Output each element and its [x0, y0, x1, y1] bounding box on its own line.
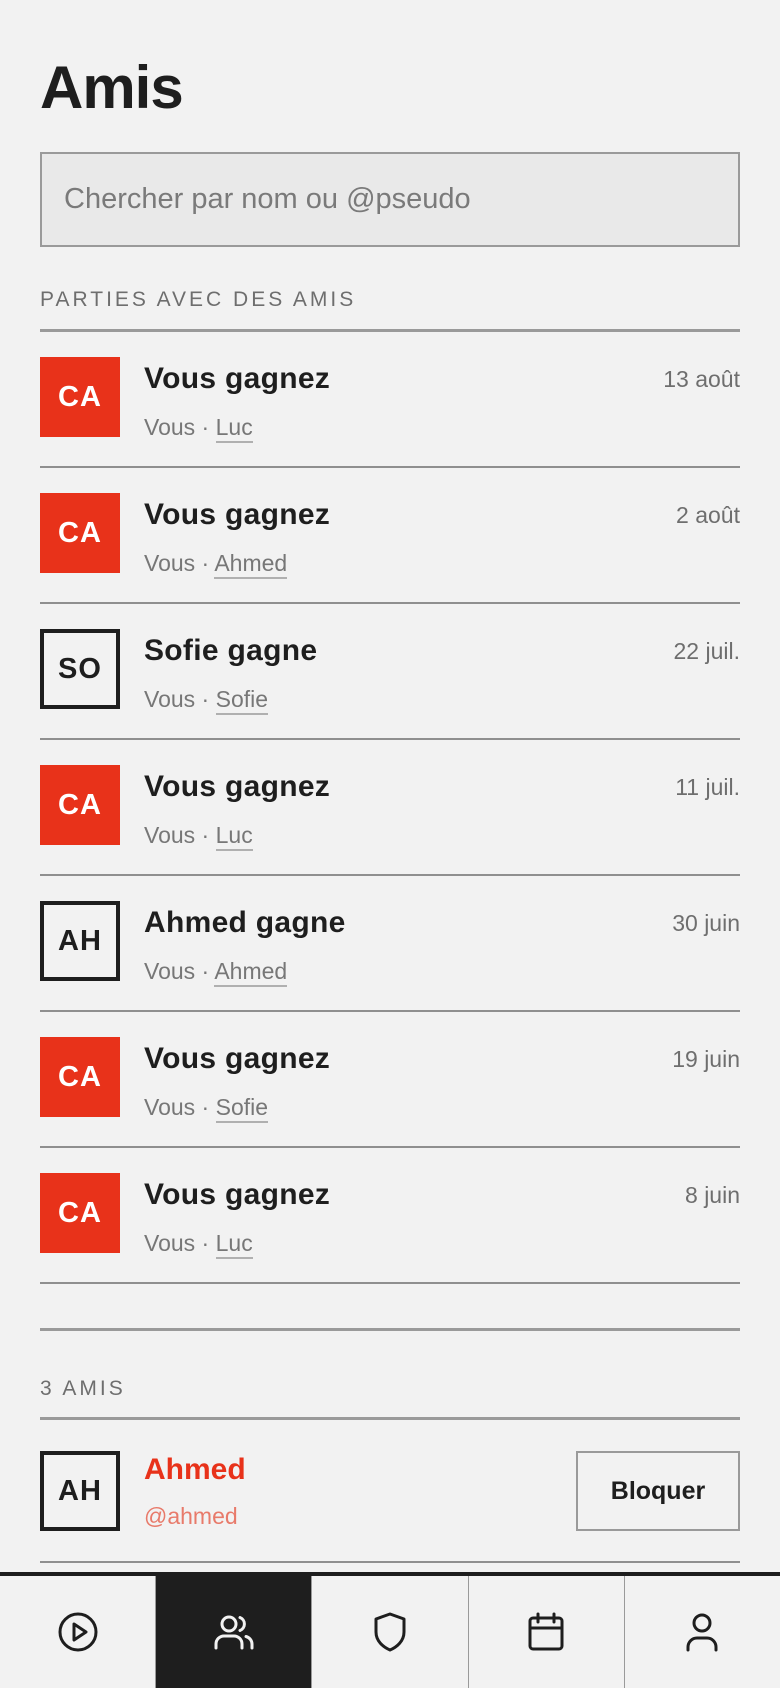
friends-page: Amis Chercher par nom ou @pseudo PARTIES… [0, 0, 780, 1573]
search-placeholder: Chercher par nom ou @pseudo [64, 183, 471, 215]
game-result: Vous gagnez [144, 362, 331, 395]
avatar: CA [40, 1037, 120, 1117]
friend-name[interactable]: Ahmed [144, 1453, 246, 1487]
tab-profile[interactable] [625, 1576, 780, 1688]
separator: · [201, 822, 210, 848]
game-players: Vous · Luc [144, 822, 253, 851]
friend-row[interactable]: AH Ahmed @ahmed Bloquer [40, 1419, 740, 1563]
page-title: Amis [40, 54, 184, 121]
search-input[interactable]: Chercher par nom ou @pseudo [40, 152, 740, 247]
avatar: AH [40, 1451, 120, 1531]
game-players: Vous · Ahmed [144, 958, 288, 987]
game-players: Vous · Ahmed [144, 550, 288, 579]
block-button[interactable]: Bloquer [576, 1451, 740, 1531]
game-row[interactable]: CA Vous gagnez Vous · Sofie 19 juin [40, 1012, 740, 1148]
game-row[interactable]: AH Ahmed gagne Vous · Ahmed 30 juin [40, 876, 740, 1012]
game-result: Ahmed gagne [144, 906, 346, 939]
game-row[interactable]: SO Sofie gagne Vous · Sofie 22 juil. [40, 604, 740, 740]
player-self: Vous [144, 958, 196, 984]
separator: · [201, 958, 210, 984]
game-row[interactable]: CA Vous gagnez Vous · Ahmed 2 août [40, 468, 740, 604]
friend-handle: @ahmed [144, 1503, 238, 1529]
game-date: 13 août [663, 366, 740, 392]
game-result: Sofie gagne [144, 634, 318, 667]
games-section-label: PARTIES AVEC DES AMIS [40, 288, 357, 311]
bottom-tab-bar [0, 1572, 780, 1688]
user-icon [686, 1613, 718, 1652]
avatar: CA [40, 765, 120, 845]
opponent-link[interactable]: Sofie [215, 1094, 269, 1123]
game-result: Vous gagnez [144, 770, 331, 803]
avatar: CA [40, 1173, 120, 1253]
friends-section-label: 3 AMIS [40, 1377, 126, 1400]
separator: · [201, 686, 210, 712]
game-row[interactable]: CA Vous gagnez Vous · Luc 13 août [40, 332, 740, 468]
separator: · [201, 414, 210, 440]
tab-security[interactable] [312, 1576, 469, 1688]
game-row[interactable]: CA Vous gagnez Vous · Luc 8 juin [40, 1148, 740, 1284]
shield-icon [374, 1612, 406, 1652]
opponent-link[interactable]: Ahmed [214, 550, 288, 579]
game-date: 30 juin [672, 910, 740, 936]
game-date: 11 juil. [675, 774, 740, 800]
player-self: Vous [144, 1230, 196, 1256]
game-date: 2 août [676, 502, 740, 528]
opponent-link[interactable]: Sofie [215, 686, 269, 715]
opponent-link[interactable]: Luc [215, 414, 253, 443]
player-self: Vous [144, 686, 196, 712]
game-date: 19 juin [672, 1046, 740, 1072]
section-divider [40, 1328, 740, 1331]
avatar: SO [40, 629, 120, 709]
game-players: Vous · Luc [144, 1230, 253, 1259]
avatar: AH [40, 901, 120, 981]
play-icon [58, 1612, 98, 1652]
separator: · [201, 1094, 210, 1120]
separator: · [201, 1230, 210, 1256]
separator: · [201, 550, 210, 576]
player-self: Vous [144, 1094, 196, 1120]
tab-friends[interactable] [156, 1576, 313, 1688]
users-icon [214, 1615, 254, 1650]
game-result: Vous gagnez [144, 1042, 331, 1075]
game-row[interactable]: CA Vous gagnez Vous · Luc 11 juil. [40, 740, 740, 876]
opponent-link[interactable]: Luc [215, 822, 253, 851]
avatar: CA [40, 357, 120, 437]
games-list: CA Vous gagnez Vous · Luc 13 août CA Vous gag… [40, 332, 740, 1284]
calendar-icon [528, 1612, 564, 1651]
player-self: Vous [144, 414, 196, 440]
game-date: 8 juin [685, 1182, 740, 1208]
tab-play[interactable] [0, 1576, 157, 1688]
player-self: Vous [144, 822, 196, 848]
game-players: Vous · Sofie [144, 686, 269, 715]
game-players: Vous · Luc [144, 414, 253, 443]
player-self: Vous [144, 550, 196, 576]
game-players: Vous · Sofie [144, 1094, 269, 1123]
opponent-link[interactable]: Luc [215, 1230, 253, 1259]
tab-calendar[interactable] [469, 1576, 625, 1688]
opponent-link[interactable]: Ahmed [214, 958, 288, 987]
game-date: 22 juil. [673, 638, 740, 664]
game-result: Vous gagnez [144, 1178, 331, 1211]
avatar: CA [40, 493, 120, 573]
game-result: Vous gagnez [144, 498, 331, 531]
